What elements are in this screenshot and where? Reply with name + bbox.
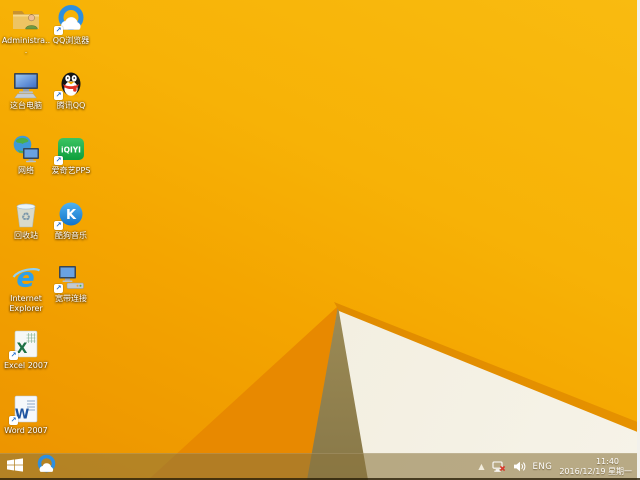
- internet-explorer-icon: e: [11, 262, 41, 292]
- administrator-icon: [11, 4, 41, 34]
- excel-2007-icon: X ↗: [9, 329, 41, 360]
- desktop-icon-label: 爱奇艺PPS: [51, 166, 91, 175]
- svg-text:e: e: [16, 263, 34, 293]
- word-2007-icon: W ↗: [9, 394, 41, 425]
- desktop-icon-iqiyi-pps[interactable]: iQIYI ↗ 爱奇艺PPS: [45, 134, 97, 176]
- iqiyi-pps-icon: iQIYI ↗: [54, 134, 86, 165]
- qq-browser-icon: [36, 454, 57, 479]
- start-button[interactable]: [0, 453, 30, 480]
- shortcut-arrow-icon: ↗: [54, 156, 63, 165]
- desktop-icon-label: 酷狗音乐: [55, 231, 87, 240]
- svg-text:iQIYI: iQIYI: [61, 146, 81, 155]
- tencent-qq-icon: ↗: [54, 69, 86, 100]
- desktop-icon-qq-browser[interactable]: ↗ QQ浏览器: [45, 4, 97, 46]
- tray-expand-chevron-icon[interactable]: ▲: [478, 462, 484, 472]
- svg-text:♻: ♻: [21, 211, 31, 224]
- windows-logo-icon: [7, 457, 23, 476]
- desktop-icon-kugou-music[interactable]: K ↗ 酷狗音乐: [45, 199, 97, 241]
- taskbar-clock[interactable]: 11:40 2016/12/19 星期一: [559, 457, 632, 476]
- desktop-icon-tencent-qq[interactable]: ↗ 腾讯QQ: [45, 69, 97, 111]
- windows-desktop: Administra... ↗ QQ浏览器 这台电脑 ↗ 腾讯QQ 网络 iQIYI ↗ 爱奇艺P…: [0, 0, 640, 480]
- network-icon: [11, 134, 41, 164]
- clock-date: 2016/12/19 星期一: [559, 466, 632, 476]
- desktop-icon-label: Word 2007: [4, 426, 48, 435]
- recycle-bin-icon: ♻: [11, 199, 41, 229]
- shortcut-arrow-icon: ↗: [9, 416, 18, 425]
- desktop-icon-label: 宽带连接: [55, 294, 87, 303]
- desktop-icon-area: Administra... ↗ QQ浏览器 这台电脑 ↗ 腾讯QQ 网络 iQIYI ↗ 爱奇艺P…: [0, 0, 640, 453]
- broadband-icon: ↗: [54, 262, 86, 293]
- shortcut-arrow-icon: ↗: [9, 351, 18, 360]
- desktop-icon-excel-2007[interactable]: X ↗ Excel 2007: [0, 329, 52, 371]
- svg-text:K: K: [66, 208, 77, 223]
- taskbar-pinned-qq-browser[interactable]: [30, 453, 62, 480]
- this-pc-icon: [11, 69, 41, 99]
- desktop-icon-label: QQ浏览器: [52, 36, 90, 45]
- qq-browser-icon: ↗: [54, 4, 86, 35]
- desktop-icon-label: Excel 2007: [3, 361, 49, 370]
- desktop-icon-label: 腾讯QQ: [56, 101, 86, 110]
- network-disconnected-icon[interactable]: [491, 460, 506, 473]
- system-tray: ▲ ENG 11:40 2016/12/19 星期一: [478, 453, 640, 480]
- kugou-music-icon: K ↗: [54, 199, 86, 230]
- shortcut-arrow-icon: ↗: [54, 91, 63, 100]
- clock-time: 11:40: [595, 457, 619, 466]
- shortcut-arrow-icon: ↗: [54, 221, 63, 230]
- desktop-icon-broadband[interactable]: ↗ 宽带连接: [45, 262, 97, 304]
- taskbar: ▲ ENG 11:40 2016/12/19 星期一: [0, 453, 640, 480]
- shortcut-arrow-icon: ↗: [54, 284, 63, 293]
- volume-icon[interactable]: [513, 461, 526, 472]
- desktop-icon-word-2007[interactable]: W ↗ Word 2007: [0, 394, 52, 436]
- shortcut-arrow-icon: ↗: [54, 26, 63, 35]
- svg-text:X: X: [17, 341, 28, 357]
- language-indicator[interactable]: ENG: [533, 462, 553, 472]
